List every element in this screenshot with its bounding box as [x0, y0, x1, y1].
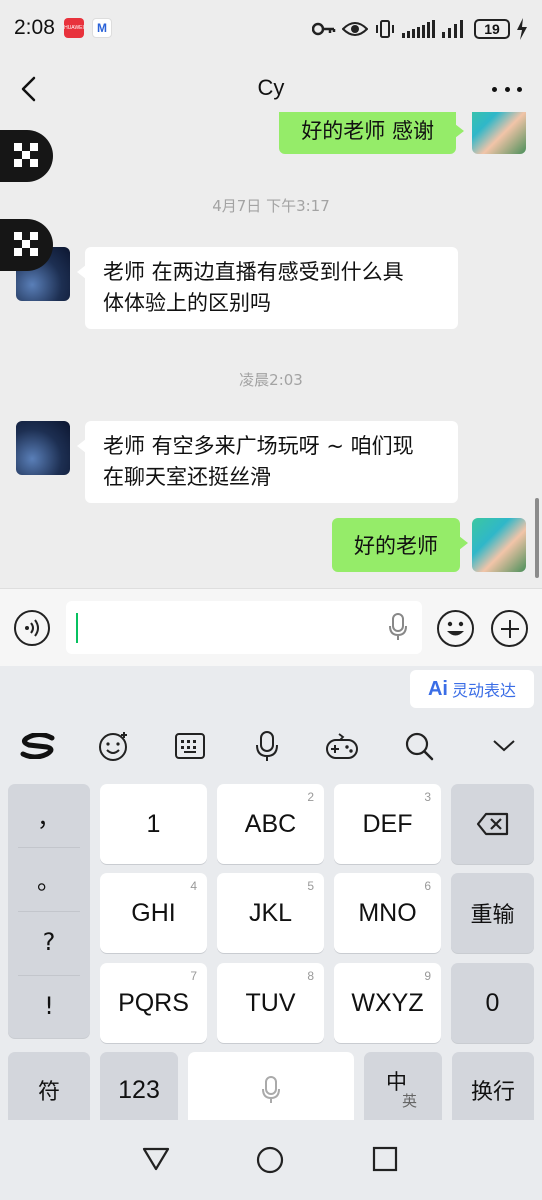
smiley-icon [447, 621, 464, 636]
more-attachments-button[interactable] [491, 610, 528, 647]
key-0[interactable]: 0 [451, 963, 534, 1043]
avatar-me[interactable] [472, 518, 526, 572]
ime-keyboard: Ai 灵动表达 ， 。 ? ! 1 2 ABC 3 DEF 4 GHI 5 JK… [0, 666, 542, 1128]
punct-key-period[interactable]: 。 [8, 847, 90, 909]
text-caret [76, 613, 78, 643]
avatar-me[interactable] [472, 112, 526, 154]
message-input-bar [0, 588, 542, 666]
key-tuv[interactable]: 8 TUV [217, 963, 324, 1043]
back-triangle-icon[interactable] [142, 1146, 170, 1172]
message-input[interactable] [66, 601, 422, 654]
huawei-app-icon: HUAWEI [64, 18, 84, 38]
message-timestamp: 4月7日 下午3:17 [212, 197, 330, 215]
checker-logo-icon [13, 232, 38, 256]
battery-indicator: 19 [474, 19, 510, 39]
gamepad-icon[interactable] [324, 728, 360, 764]
search-icon[interactable] [401, 728, 437, 764]
signal-icon [442, 20, 463, 38]
key-icon [312, 22, 336, 36]
key-abc[interactable]: 2 ABC [217, 784, 324, 864]
numbers-key[interactable]: 123 [100, 1052, 178, 1128]
key-def[interactable]: 3 DEF [334, 784, 441, 864]
checker-logo-icon [13, 143, 38, 167]
emoji-button[interactable] [437, 610, 474, 647]
avatar-contact[interactable] [16, 421, 70, 475]
message-bubble-sent[interactable]: 好的老师 [332, 518, 468, 572]
chat-title: Cy [257, 75, 285, 100]
space-key[interactable] [188, 1052, 354, 1128]
signal-icon [402, 20, 435, 38]
microphone-icon[interactable] [388, 613, 408, 641]
message-bubble-received[interactable]: 老师 在两边直播有感受到什么具 体体验上的区别吗 [77, 247, 458, 329]
chat-messages[interactable]: 好的老师 感谢 4月7日 下午3:17 老师 在两边直播有感受到什么具 体体验上… [0, 112, 542, 588]
punct-key-question[interactable]: ? [8, 911, 90, 973]
keyboard-icon[interactable] [172, 728, 208, 764]
charging-icon [517, 18, 527, 40]
microphone-icon [262, 1076, 280, 1103]
backspace-key[interactable] [451, 784, 534, 864]
chat-header: Cy [0, 58, 542, 120]
punctuation-column[interactable]: ， 。 ? ! [8, 784, 90, 1038]
ai-logo-icon: Ai [427, 677, 448, 700]
recents-square-icon[interactable] [372, 1146, 398, 1172]
message-bubble-sent[interactable]: 好的老师 感谢 [279, 112, 464, 154]
key-ghi[interactable]: 4 GHI [100, 873, 207, 953]
punct-key-comma[interactable]: ， [8, 784, 90, 846]
symbols-key[interactable]: 符 [8, 1052, 90, 1128]
punct-key-exclaim[interactable]: ! [8, 975, 90, 1037]
system-nav-bar [0, 1120, 542, 1200]
key-pqrs[interactable]: 7 PQRS [100, 963, 207, 1043]
gmail-m-icon: M [92, 18, 112, 38]
reenter-key[interactable]: 重输 [451, 873, 534, 953]
emoji-face-icon[interactable] [96, 728, 132, 764]
floating-tool-button[interactable] [0, 130, 53, 182]
key-jkl[interactable]: 5 JKL [217, 873, 324, 953]
eye-icon [342, 22, 368, 36]
home-circle-icon[interactable] [256, 1146, 284, 1174]
key-wxyz[interactable]: 9 WXYZ [334, 963, 441, 1043]
voice-mode-button[interactable] [14, 610, 50, 646]
more-options-button[interactable] [492, 76, 522, 102]
voice-wave-icon [25, 619, 39, 637]
more-dots-icon [492, 86, 497, 92]
message-bubble-received[interactable]: 老师 有空多来广场玩呀 ~ 咱们现 在聊天室还挺丝滑 [77, 421, 458, 503]
status-bar: 2:08 HUAWEI M 19 [0, 0, 542, 58]
message-timestamp: 凌晨2:03 [239, 371, 303, 389]
status-icons: 19 [312, 14, 528, 44]
status-time: 2:08 [14, 16, 55, 39]
sogou-logo-icon[interactable] [18, 728, 58, 764]
newline-key[interactable]: 换行 [452, 1052, 534, 1128]
key-mno[interactable]: 6 MNO [334, 873, 441, 953]
microphone-icon[interactable] [249, 728, 285, 764]
vibrate-icon [376, 20, 394, 38]
key-1[interactable]: 1 [100, 784, 207, 864]
chevron-down-icon[interactable] [486, 728, 522, 764]
floating-tool-button[interactable] [0, 219, 53, 271]
language-toggle-key[interactable]: 中 英 [364, 1052, 442, 1128]
keyboard-toolbar [0, 722, 542, 770]
backspace-icon [476, 812, 508, 836]
chat-scrollbar[interactable] [535, 498, 539, 578]
ai-expression-button[interactable]: Ai 灵动表达 [410, 670, 534, 708]
